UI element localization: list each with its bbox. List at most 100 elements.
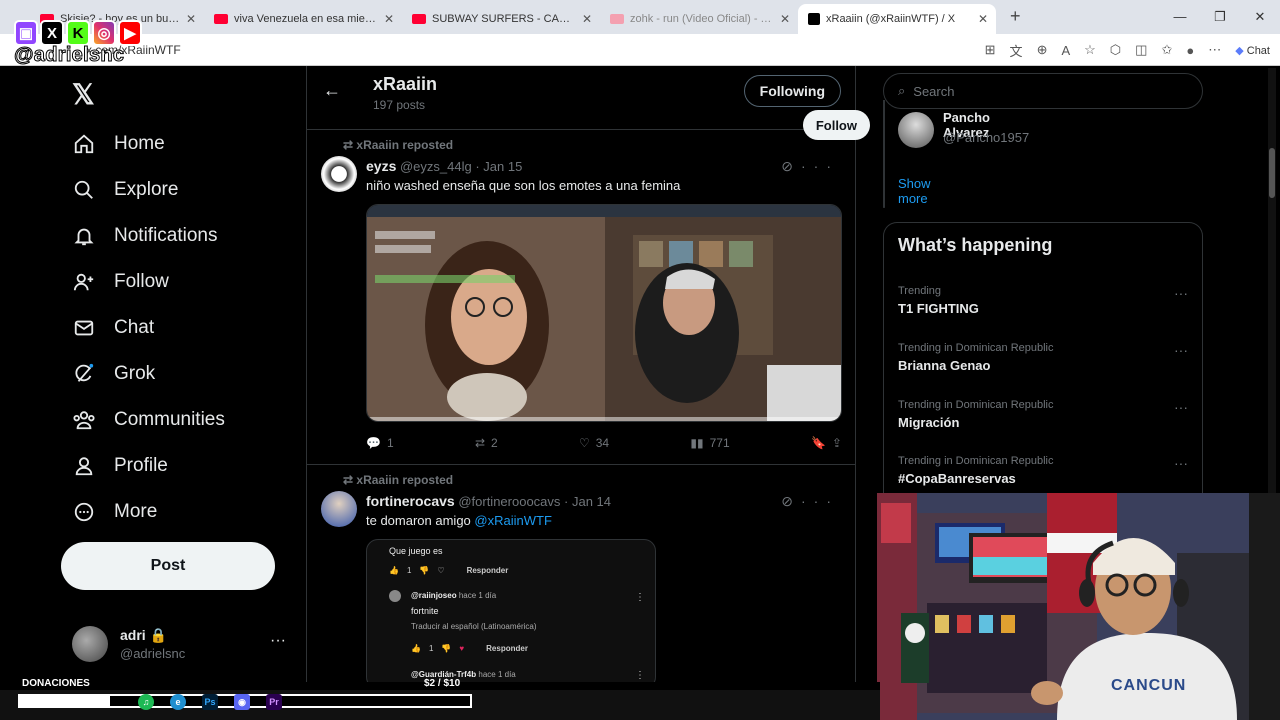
- nav-item-home[interactable]: Home: [72, 132, 165, 156]
- browser-tab[interactable]: SUBWAY SURFERS - CAPÍTULO 1 | ✕: [402, 4, 600, 34]
- reply-button[interactable]: 💬 1: [366, 436, 394, 450]
- close-icon[interactable]: ✕: [780, 12, 790, 26]
- trend-item[interactable]: Trending in Dominican Republic Brianna G…: [898, 342, 1188, 373]
- following-button[interactable]: Following: [743, 75, 841, 107]
- nav-item-follow[interactable]: Follow: [72, 270, 169, 294]
- tweet-date[interactable]: · Jan 15: [475, 159, 522, 174]
- search-placeholder: Search: [913, 83, 955, 99]
- nav-item-profile[interactable]: Profile: [72, 454, 168, 478]
- nav-item-explore[interactable]: Explore: [72, 178, 178, 202]
- tweet-text-body: te domaron amigo: [366, 513, 475, 528]
- more-dots-icon[interactable]: ···: [801, 158, 839, 174]
- account-menu-icon[interactable]: ···: [270, 632, 286, 650]
- close-window-icon[interactable]: ✕: [1240, 0, 1280, 34]
- back-arrow-icon[interactable]: ←: [323, 80, 341, 101]
- trend-item[interactable]: Trending in Dominican Republic #CopaBanr…: [898, 455, 1188, 486]
- copilot-button[interactable]: ◆ Chat: [1235, 44, 1270, 57]
- browser-tab[interactable]: zohk - run (Video Oficial) - YouTu ✕: [600, 4, 798, 34]
- more-dots-icon[interactable]: ···: [801, 493, 839, 509]
- author-name[interactable]: eyzs: [366, 158, 396, 174]
- author-handle[interactable]: @fortinerooocavs: [458, 494, 560, 509]
- embed-reply: Responder: [486, 644, 528, 653]
- embed-actions: 👍 1 👎 ♥ Responder: [411, 644, 528, 653]
- nav-item-communities[interactable]: Communities: [72, 408, 225, 432]
- author-name[interactable]: fortinerocavs: [366, 493, 455, 509]
- post-button[interactable]: Post: [61, 542, 275, 590]
- grok-icon[interactable]: ⊘: [781, 493, 801, 509]
- trend-topic: Migración: [898, 415, 960, 430]
- account-switcher[interactable]: adri 🔒 @adrielsnc ···: [72, 624, 292, 664]
- new-tab-icon[interactable]: +: [1010, 6, 1021, 27]
- minimize-icon[interactable]: —: [1160, 0, 1200, 34]
- photoshop-icon[interactable]: Ps: [202, 694, 218, 710]
- extensions-icon[interactable]: ⬡: [1110, 42, 1121, 58]
- youtube-icon: [610, 14, 624, 24]
- close-icon[interactable]: ✕: [582, 12, 592, 26]
- more-dots-icon: ⋮: [635, 670, 645, 681]
- nav-item-chat[interactable]: Chat: [72, 316, 154, 340]
- grok-icon[interactable]: ⊘: [781, 158, 801, 174]
- nav-item-notifications[interactable]: Notifications: [72, 224, 218, 248]
- tweet-date[interactable]: · Jan 14: [564, 494, 611, 509]
- tweet-header: fortinerocavs @fortinerooocavs · Jan 14: [366, 493, 611, 509]
- avatar[interactable]: [321, 491, 357, 527]
- spotify-icon[interactable]: ♫: [138, 694, 154, 710]
- donations-amount: $2 / $10: [424, 678, 461, 689]
- tab-title: xRaaiin (@xRaiinWTF) / X: [826, 13, 956, 25]
- share-icon[interactable]: ⇪: [832, 436, 842, 450]
- menu-dots-icon[interactable]: ⋯: [1208, 42, 1221, 58]
- trend-item[interactable]: Trending in Dominican Republic Migración…: [898, 399, 1188, 430]
- x-logo-icon[interactable]: 𝕏: [72, 78, 95, 111]
- reply-count: 1: [386, 436, 394, 450]
- close-icon[interactable]: ✕: [186, 12, 196, 26]
- nav-item-grok[interactable]: Grok: [72, 362, 155, 386]
- apps-icon[interactable]: ⊞: [985, 42, 996, 58]
- tweet[interactable]: ⇄ xRaaiin reposted fortinerocavs @fortin…: [307, 465, 855, 686]
- thumb-down-icon: 👎: [441, 644, 452, 653]
- discord-icon[interactable]: ◉: [234, 694, 250, 710]
- copilot-label: Chat: [1246, 44, 1270, 57]
- repost-button[interactable]: ⇄ 2: [475, 436, 498, 450]
- close-icon[interactable]: ✕: [384, 12, 394, 26]
- mention-link[interactable]: @xRaiinWTF: [474, 513, 551, 528]
- avatar[interactable]: [321, 156, 357, 192]
- nav-label: Communities: [114, 409, 225, 430]
- more-dots-icon[interactable]: ···: [1174, 455, 1188, 471]
- nav-label: Follow: [114, 271, 169, 292]
- close-icon[interactable]: ✕: [978, 12, 988, 26]
- scrollbar-thumb[interactable]: [1269, 148, 1275, 198]
- read-aloud-icon[interactable]: A: [1061, 43, 1070, 58]
- tweet-video[interactable]: [366, 204, 842, 422]
- maximize-icon[interactable]: ❐: [1200, 0, 1240, 34]
- search-input[interactable]: ⌕ Search: [883, 73, 1203, 109]
- nav-item-more[interactable]: More: [72, 500, 157, 524]
- more-dots-icon[interactable]: ···: [1174, 399, 1188, 415]
- profile-icon[interactable]: ●: [1186, 43, 1194, 58]
- favorites-icon[interactable]: ✩: [1161, 42, 1172, 58]
- more-dots-icon[interactable]: ···: [1174, 285, 1188, 301]
- bookmark-icon[interactable]: 🔖: [811, 436, 826, 450]
- taskbar-icons: ♫ e Ps ◉ Pr: [138, 694, 282, 710]
- trend-context: Trending in Dominican Republic: [898, 455, 1054, 467]
- repost-indicator: ⇄ xRaaiin reposted: [343, 138, 453, 152]
- browser-tab[interactable]: viva Venezuela en esa mierda caba ✕: [204, 4, 402, 34]
- tweet-text: te domaron amigo @xRaiinWTF: [366, 513, 552, 528]
- more-dots-icon[interactable]: ···: [1174, 342, 1188, 358]
- premiere-icon[interactable]: Pr: [266, 694, 282, 710]
- search-icon: ⌕: [898, 83, 906, 98]
- browser-tab-active[interactable]: xRaaiin (@xRaiinWTF) / X ✕: [798, 4, 996, 34]
- tweet-image-screenshot[interactable]: Que juego es 👍 1 👎 ♡ Responder @raiinjoseo …: [366, 539, 656, 686]
- split-screen-icon[interactable]: ◫: [1135, 42, 1147, 58]
- translate-icon[interactable]: 文: [1010, 41, 1023, 60]
- like-button[interactable]: ♡ 34: [579, 436, 609, 450]
- avatar[interactable]: [898, 112, 934, 148]
- trend-item[interactable]: Trending T1 FIGHTING ···: [898, 285, 1188, 316]
- favorite-star-icon[interactable]: ☆: [1084, 42, 1096, 58]
- author-handle[interactable]: @eyzs_44lg: [400, 159, 472, 174]
- tweet[interactable]: ⇄ xRaaiin reposted eyzs @eyzs_44lg · Jan…: [307, 130, 855, 465]
- edge-icon[interactable]: e: [170, 694, 186, 710]
- zoom-icon[interactable]: ⊕: [1037, 42, 1048, 58]
- views-button[interactable]: ▮▮ 771: [690, 436, 729, 450]
- follow-button[interactable]: Follow: [802, 110, 870, 140]
- show-more-link[interactable]: Show more: [898, 176, 931, 206]
